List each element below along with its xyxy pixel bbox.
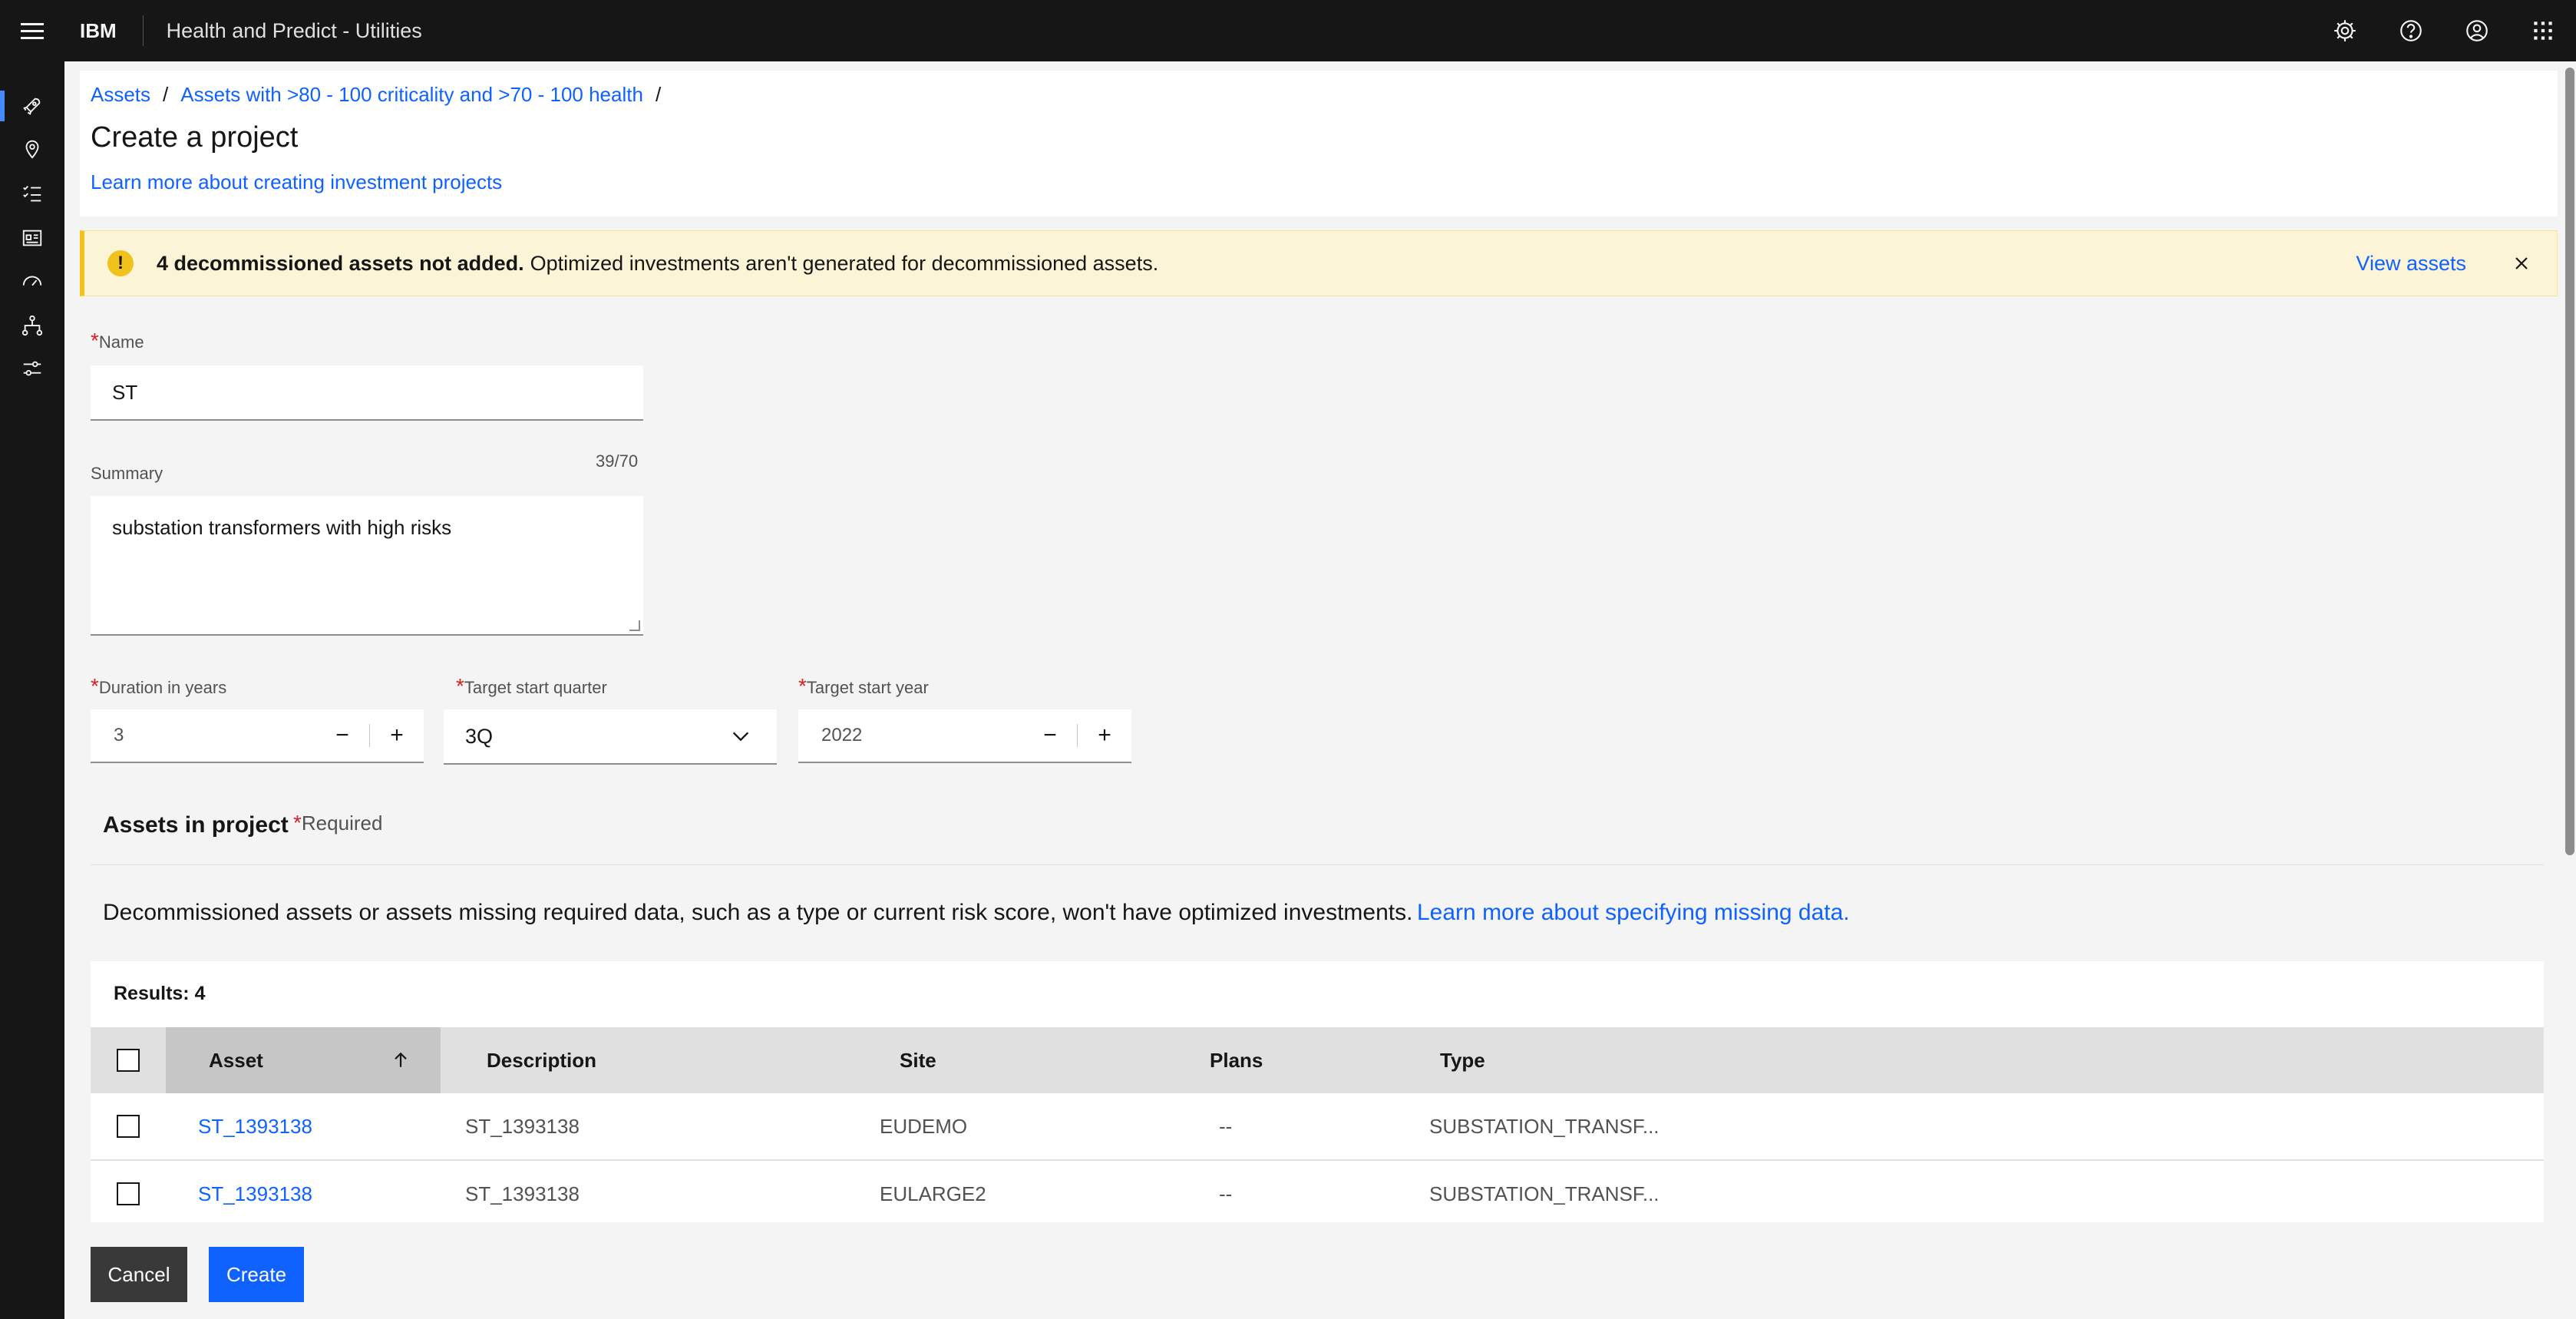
close-icon[interactable] — [2506, 248, 2537, 279]
warning-icon: ! — [107, 250, 134, 276]
missing-data-link[interactable]: Learn more about specifying missing data… — [1417, 900, 1850, 926]
page-header: Assets / Assets with >80 - 100 criticali… — [80, 71, 2558, 217]
page-title: Create a project — [91, 121, 299, 154]
app-title: Health and Predict - Utilities — [166, 18, 422, 42]
settings-adjust-icon[interactable] — [0, 347, 64, 390]
scrollbar[interactable] — [2564, 61, 2576, 1319]
quarter-label: *Target start quarter — [456, 674, 607, 698]
required-indicator: *Required — [293, 811, 383, 835]
quarter-value: 3Q — [465, 724, 494, 748]
quarter-select[interactable]: 3Q — [444, 709, 777, 765]
learn-more-link[interactable]: Learn more about creating investment pro… — [91, 170, 502, 194]
warning-notification: ! 4 decommissioned assets not added. Opt… — [80, 230, 2558, 296]
dashboard-icon[interactable] — [0, 217, 64, 260]
cell-site: EUDEMO — [880, 1114, 968, 1138]
location-icon[interactable] — [0, 127, 64, 170]
arrow-up-icon — [395, 1052, 407, 1067]
view-assets-link[interactable]: View assets — [2356, 252, 2466, 276]
divider — [91, 864, 2544, 865]
cell-plans: -- — [1219, 1182, 1233, 1205]
duration-stepper[interactable]: 3 − + — [91, 709, 424, 763]
decrement-button[interactable]: − — [315, 709, 369, 762]
column-header-description[interactable]: Description — [487, 1027, 596, 1093]
chevron-down-icon — [732, 732, 749, 742]
menu-icon[interactable] — [0, 0, 64, 61]
assets-section-title: Assets in project — [103, 812, 289, 838]
hierarchy-icon[interactable] — [0, 304, 64, 347]
assets-info-text: Decommissioned assets or assets missing … — [103, 900, 1413, 925]
breadcrumb-asset-filter[interactable]: Assets with >80 - 100 criticality and >7… — [180, 83, 643, 107]
rocket-icon[interactable] — [0, 84, 64, 127]
footer-actions: Cancel Create — [64, 1224, 2576, 1319]
notification-text: Optimized investments aren't generated f… — [530, 251, 1159, 275]
app-switcher-icon[interactable] — [2510, 0, 2576, 61]
required-mark: * — [91, 329, 99, 352]
user-avatar-icon[interactable] — [2444, 0, 2510, 61]
table-row: ST_1393138 ST_1393138 EUDEMO -- SUBSTATI… — [91, 1093, 2544, 1161]
asset-link[interactable]: ST_1393138 — [198, 1115, 312, 1139]
summary-label: Summary — [91, 464, 163, 483]
decrement-button[interactable]: − — [1023, 709, 1077, 762]
breadcrumb-assets[interactable]: Assets — [91, 83, 150, 107]
cell-type: SUBSTATION_TRANSF... — [1429, 1182, 1660, 1205]
year-value[interactable]: 2022 — [821, 725, 862, 746]
column-header-plans[interactable]: Plans — [1210, 1027, 1263, 1093]
select-all-checkbox[interactable] — [117, 1027, 140, 1093]
cell-type: SUBSTATION_TRANSF... — [1429, 1114, 1660, 1138]
resize-handle[interactable] — [629, 620, 640, 631]
name-label: *Name — [91, 329, 144, 352]
side-navigation — [0, 61, 64, 1319]
table-header: Asset Description Site Plans Type — [91, 1027, 2544, 1093]
increment-button[interactable]: + — [1078, 709, 1131, 762]
create-button[interactable]: Create — [209, 1247, 304, 1302]
breadcrumb-separator: / — [655, 83, 662, 106]
duration-label: *Duration in years — [91, 674, 227, 698]
top-header: IBM Health and Predict - Utilities — [0, 0, 2576, 61]
column-header-asset[interactable]: Asset — [166, 1027, 441, 1093]
increment-button[interactable]: + — [370, 709, 424, 762]
asset-link[interactable]: ST_1393138 — [198, 1182, 312, 1206]
duration-value[interactable]: 3 — [114, 725, 124, 746]
results-count: Results: 4 — [114, 983, 206, 1004]
name-field[interactable]: ST — [91, 365, 643, 421]
column-header-type[interactable]: Type — [1440, 1027, 1485, 1093]
cell-description: ST_1393138 — [465, 1182, 580, 1205]
column-header-site[interactable]: Site — [900, 1027, 936, 1093]
cell-site: EULARGE2 — [880, 1182, 986, 1205]
notification-title: 4 decommissioned assets not added. — [157, 251, 524, 275]
summary-textarea[interactable]: substation transformers with high risks — [91, 496, 643, 636]
task-list-icon[interactable] — [0, 172, 64, 215]
row-checkbox[interactable] — [117, 1093, 140, 1159]
row-checkbox[interactable] — [117, 1161, 140, 1222]
year-label: *Target start year — [798, 674, 929, 698]
summary-counter: 39/70 — [596, 451, 639, 471]
settings-icon[interactable] — [2312, 0, 2378, 61]
cell-plans: -- — [1219, 1114, 1233, 1138]
table-row: ST_1393138 ST_1393138 EULARGE2 -- SUBSTA… — [91, 1161, 2544, 1222]
assets-table: Results: 4 Asset Description Site Plans … — [91, 961, 2544, 1222]
meter-icon[interactable] — [0, 260, 64, 302]
scrollbar-thumb[interactable] — [2565, 68, 2574, 855]
cancel-button[interactable]: Cancel — [91, 1247, 187, 1302]
brand-logo[interactable]: IBM — [64, 15, 144, 46]
year-stepper[interactable]: 2022 − + — [798, 709, 1131, 763]
cell-description: ST_1393138 — [465, 1114, 580, 1138]
breadcrumb-separator: / — [163, 83, 169, 106]
breadcrumb: Assets / Assets with >80 - 100 criticali… — [91, 83, 673, 107]
help-icon[interactable] — [2378, 0, 2444, 61]
